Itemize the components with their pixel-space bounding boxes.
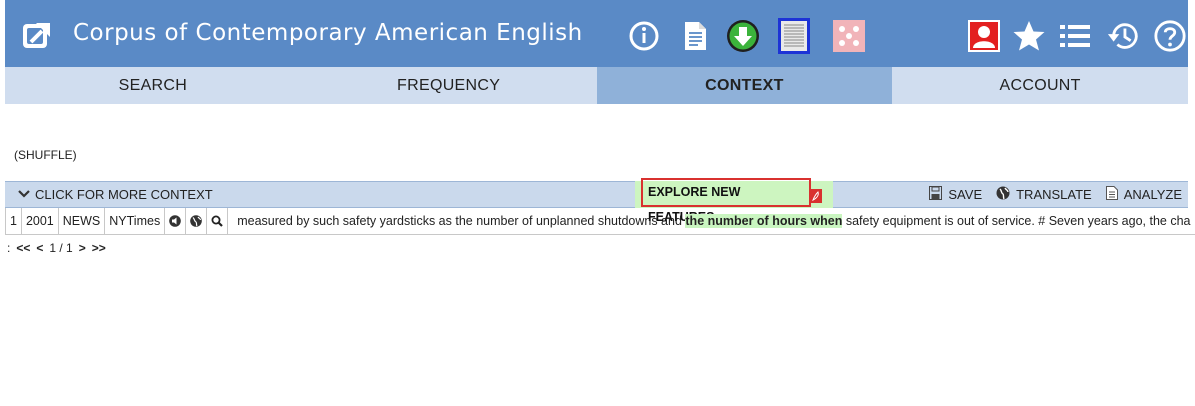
chevron-down-icon — [18, 187, 30, 202]
more-context-button[interactable]: CLICK FOR MORE CONTEXT — [18, 187, 213, 202]
save-button[interactable]: SAVE — [929, 186, 982, 203]
prev-page-link[interactable]: < — [36, 241, 43, 255]
first-page-link[interactable]: << — [16, 241, 30, 255]
table-row: 1 2001 NEWS NYTimes measured by such saf… — [5, 208, 1195, 235]
dice-icon[interactable] — [832, 19, 866, 53]
translate-icon[interactable] — [186, 208, 208, 234]
row-year: 2001 — [22, 208, 59, 234]
tab-search[interactable]: SEARCH — [5, 67, 301, 104]
translate-label: TRANSLATE — [1016, 187, 1092, 202]
save-icon — [929, 186, 943, 203]
page-indicator: 1 / 1 — [49, 241, 73, 255]
globe-icon — [996, 186, 1010, 203]
last-page-link[interactable]: >> — [92, 241, 106, 255]
context-actions: SAVE TRANSLATE ANALYZE — [929, 186, 1182, 203]
context-bar: CLICK FOR MORE CONTEXT EXPLORE NEW FEATU… — [5, 178, 1188, 224]
info-icon[interactable] — [627, 19, 661, 53]
row-genre: NEWS — [59, 208, 106, 234]
help-icon[interactable] — [1153, 19, 1187, 53]
next-page-link[interactable]: > — [79, 241, 86, 255]
tab-account[interactable]: ACCOUNT — [892, 67, 1188, 104]
shuffle-link[interactable]: (SHUFFLE) — [14, 148, 77, 162]
kwic-text: measured by such safety yardsticks as th… — [228, 208, 1190, 234]
download-icon[interactable] — [726, 19, 760, 53]
document-icon[interactable] — [678, 19, 712, 53]
analyze-button[interactable]: ANALYZE — [1105, 186, 1182, 203]
analyze-icon — [1105, 186, 1118, 203]
search-icon[interactable] — [207, 208, 229, 234]
explore-new-features-button[interactable]: EXPLORE NEW FEATURES — [641, 178, 811, 224]
pdf-icon[interactable] — [810, 188, 822, 203]
main-tabs: SEARCH FREQUENCY CONTEXT ACCOUNT — [5, 67, 1188, 104]
analyze-label: ANALYZE — [1123, 187, 1182, 202]
star-icon[interactable] — [1012, 19, 1046, 53]
list-icon[interactable] — [1058, 19, 1092, 53]
header-bar: Corpus of Contemporary American English — [5, 0, 1188, 67]
tab-context[interactable]: CONTEXT — [596, 67, 893, 104]
tab-frequency[interactable]: FREQUENCY — [301, 67, 597, 104]
user-icon[interactable] — [967, 19, 1001, 53]
kwic-hit[interactable]: the number of hours when — [685, 214, 843, 228]
kwic-right-context: safety equipment is out of service. # Se… — [845, 214, 1191, 228]
translate-button[interactable]: TRANSLATE — [996, 186, 1092, 203]
pagination: : << < 1 / 1 > >> — [7, 241, 106, 255]
row-source[interactable]: NYTimes — [105, 208, 166, 234]
audio-icon[interactable] — [165, 208, 187, 234]
save-label: SAVE — [948, 187, 983, 202]
pager-colon: : — [7, 241, 11, 255]
app-title[interactable]: Corpus of Contemporary American English — [73, 20, 583, 46]
history-icon[interactable] — [1107, 19, 1141, 53]
texts-icon[interactable] — [777, 18, 811, 54]
kwic-left-context: measured by such safety yardsticks as th… — [237, 214, 682, 228]
more-context-label: CLICK FOR MORE CONTEXT — [35, 187, 213, 202]
external-link-icon[interactable] — [22, 20, 52, 50]
row-number: 1 — [6, 208, 22, 234]
